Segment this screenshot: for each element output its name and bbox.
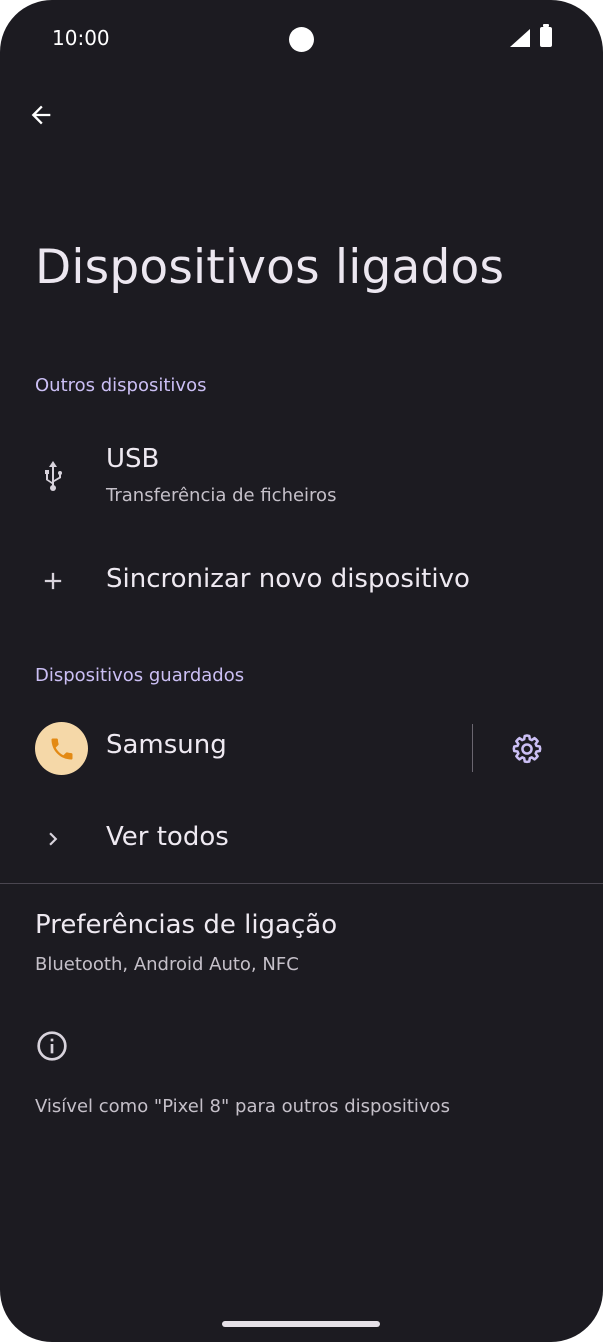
plus-icon <box>35 563 71 599</box>
horizontal-divider <box>0 883 603 884</box>
connection-preferences-title: Preferências de ligação <box>35 910 338 940</box>
gear-icon <box>512 734 542 764</box>
info-icon <box>37 1031 67 1061</box>
back-button[interactable] <box>24 98 58 132</box>
samsung-device-label: Samsung <box>106 730 227 760</box>
status-bar: 10:00 <box>0 0 603 80</box>
camera-cutout <box>289 27 314 52</box>
see-all-row[interactable]: Ver todos <box>0 806 603 872</box>
usb-icon <box>35 458 71 494</box>
phone-call-icon <box>51 738 72 759</box>
usb-title: USB <box>106 444 160 474</box>
battery-icon <box>540 24 552 47</box>
section-header-other-devices: Outros dispositivos <box>35 375 207 396</box>
device-avatar <box>35 722 88 775</box>
arrow-back-icon <box>31 105 51 125</box>
status-time: 10:00 <box>52 26 110 50</box>
device-settings-button[interactable] <box>508 730 546 768</box>
vertical-divider <box>472 724 473 772</box>
pair-new-device-label: Sincronizar novo dispositivo <box>106 564 470 594</box>
chevron-right-icon <box>35 821 71 857</box>
see-all-label: Ver todos <box>106 822 229 852</box>
pair-new-device-row[interactable]: Sincronizar novo dispositivo <box>0 548 603 614</box>
usb-subtitle: Transferência de ficheiros <box>106 485 337 506</box>
home-indicator[interactable] <box>222 1321 380 1327</box>
usb-row[interactable]: USB Transferência de ficheiros <box>0 430 603 530</box>
visibility-text: Visível como "Pixel 8" para outros dispo… <box>35 1096 450 1117</box>
section-header-saved-devices: Dispositivos guardados <box>35 665 245 686</box>
connection-preferences-subtitle: Bluetooth, Android Auto, NFC <box>35 954 299 975</box>
phone-screen: 10:00 Dispositivos ligados Outros dispos… <box>0 0 603 1342</box>
signal-icon <box>510 29 530 47</box>
page-title: Dispositivos ligados <box>35 240 505 295</box>
